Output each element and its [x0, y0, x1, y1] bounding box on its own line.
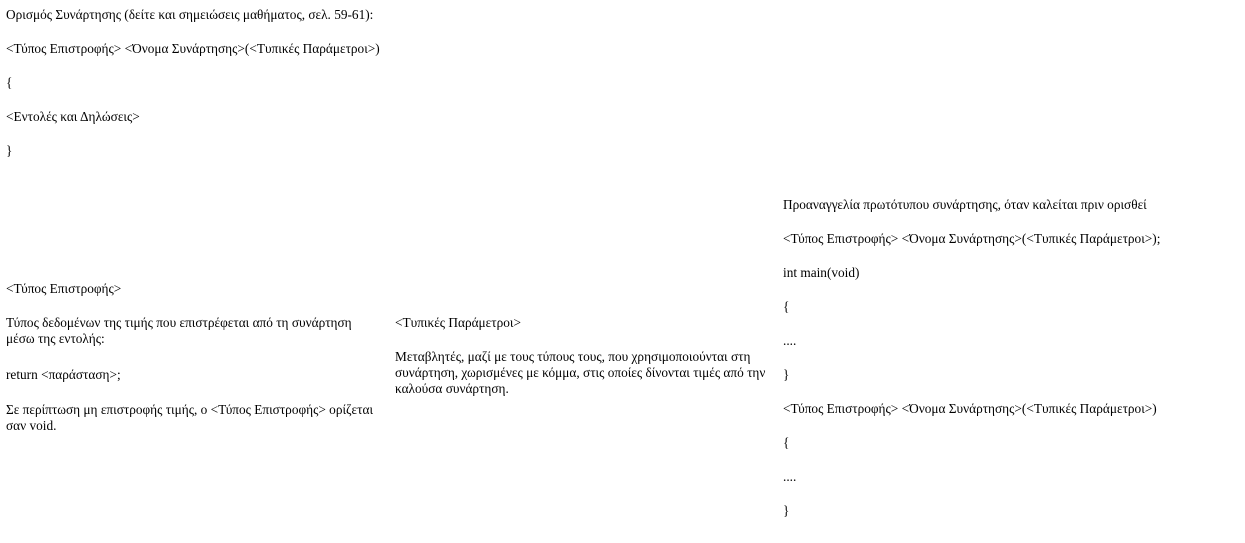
main-close-brace: }: [783, 367, 790, 382]
definition-title: Ορισμός Συνάρτησης (δείτε και σημειώσεις…: [6, 7, 374, 22]
definition-close-brace: }: [6, 143, 13, 158]
return-statement: return <παράσταση>;: [6, 367, 121, 382]
prototype-title: Προαναγγελία πρωτότυπου συνάρτησης, όταν…: [783, 197, 1147, 212]
prototype-declaration: <Τύπος Επιστροφής> <Όνομα Συνάρτησης>(<Τ…: [783, 231, 1161, 246]
definition-body: <Εντολές και Δηλώσεις>: [6, 109, 140, 124]
main-open-brace: {: [783, 299, 790, 314]
definition-dots: ....: [783, 469, 797, 484]
prototype-definition-signature: <Τύπος Επιστροφής> <Όνομα Συνάρτησης>(<Τ…: [783, 401, 1157, 416]
main-signature: int main(void): [783, 265, 860, 280]
definition-signature: <Τύπος Επιστροφής> <Όνομα Συνάρτησης>(<Τ…: [6, 41, 380, 56]
void-note: Σε περίπτωση μη επιστροφής τιμής, ο <Τύπ…: [6, 402, 374, 433]
definition-close-brace-2: }: [783, 503, 790, 518]
definition-open-brace-2: {: [783, 435, 790, 450]
formal-params-heading: <Τυπικές Παράμετροι>: [395, 315, 521, 330]
return-type-description: Τύπος δεδομένων της τιμής που επιστρέφετ…: [6, 315, 352, 346]
definition-open-brace: {: [6, 75, 13, 90]
main-dots: ....: [783, 333, 797, 348]
return-type-heading: <Τύπος Επιστροφής>: [6, 281, 122, 296]
formal-params-description: Μεταβλητές, μαζί με τους τύπους τους, πο…: [395, 349, 766, 396]
